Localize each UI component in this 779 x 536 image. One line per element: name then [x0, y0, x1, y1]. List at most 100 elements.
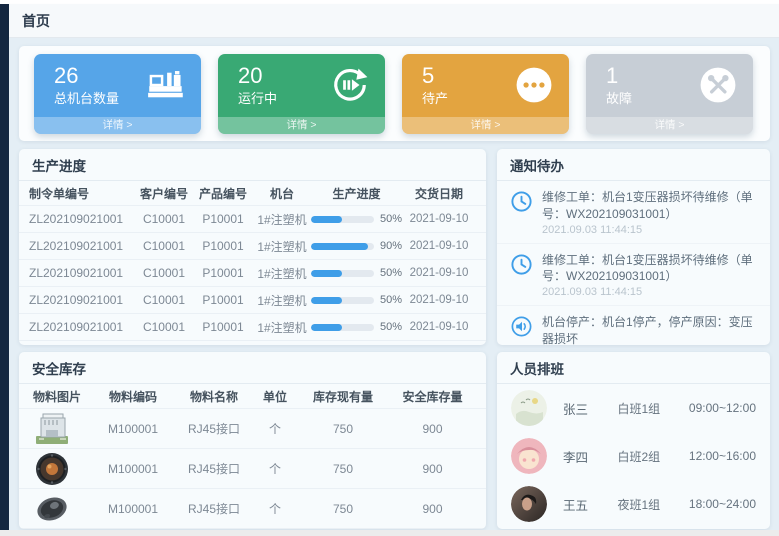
notifications-panel: 通知待办 维修工单：机台1变压器损坏待维修（单号：WX202109031001）… [497, 149, 770, 345]
safety-stock-panel: 安全库存 物料图片 物料编码 物料名称 单位 库存现有量 安全库存量 [19, 352, 486, 529]
rj45-connector-image [33, 412, 91, 446]
machine: 1#注塑机 [253, 319, 311, 336]
safety-qty: 900 [389, 462, 476, 476]
panel-title: 人员排班 [497, 352, 770, 384]
dashboard-page: 首页 26 总机台数量 [0, 0, 779, 536]
stat-cards-panel: 26 总机台数量 详情 > [19, 46, 770, 141]
stat-label: 待产 [422, 88, 448, 107]
material-code: M100001 [91, 502, 175, 516]
shift-label: 白班2组 [618, 448, 689, 465]
round-speaker-image [33, 452, 91, 486]
schedule-row: 李四 白班2组 12:00~16:00 [497, 432, 770, 480]
collapsed-sidebar-strip [0, 4, 9, 530]
delivery-date: 2021-09-10 [402, 321, 476, 333]
stat-value: 5 [422, 63, 448, 88]
material-code: M100001 [91, 462, 175, 476]
product-no: P10001 [193, 320, 253, 334]
customer-no: C10001 [135, 212, 193, 226]
details-link[interactable]: 详情 > [402, 117, 569, 134]
progress-cell: 50% [311, 213, 402, 225]
tools-icon [699, 66, 737, 104]
table-row: ZL202109021001 C10001 P10001 1#注塑机 50% 2… [19, 260, 486, 287]
delivery-date: 2021-09-10 [402, 213, 476, 225]
progress-bar [311, 297, 374, 304]
details-link[interactable]: 详情 > [586, 117, 753, 134]
material-name: RJ45接口 [175, 460, 253, 477]
stat-card-running[interactable]: 20 运行中 详情 > [218, 54, 385, 134]
col-header: 客户编号 [135, 185, 193, 202]
table-row: M100001 RJ45接口 个 750 900 [19, 489, 486, 529]
machine: 1#注塑机 [253, 238, 311, 255]
person-name: 张三 [563, 399, 618, 418]
table-row: ZL202109021001 C10001 P10001 1#注塑机 50% 2… [19, 206, 486, 233]
progress-bar [311, 243, 374, 250]
details-link[interactable]: 详情 > [34, 117, 201, 134]
progress-percent: 50% [380, 267, 402, 279]
tab-home[interactable]: 首页 [22, 11, 50, 31]
table-header-row: 物料图片 物料编码 物料名称 单位 库存现有量 安全库存量 [19, 384, 486, 409]
delivery-date: 2021-09-10 [402, 294, 476, 306]
order-no: ZL202109021001 [29, 239, 135, 253]
safety-qty: 900 [389, 422, 476, 436]
ellipsis-icon [515, 66, 553, 104]
table-row: M100001 RJ45接口 个 750 900 [19, 409, 486, 449]
delivery-date: 2021-09-10 [402, 240, 476, 252]
clock-icon [510, 253, 533, 276]
shift-time: 12:00~16:00 [689, 449, 756, 463]
progress-bar [311, 270, 374, 277]
col-header: 安全库存量 [389, 388, 476, 405]
avatar [511, 390, 547, 426]
person-name: 王五 [563, 495, 618, 514]
stat-label: 运行中 [238, 88, 277, 107]
stat-label: 总机台数量 [54, 88, 119, 107]
col-header: 产品编号 [193, 185, 253, 202]
table-header-row: 制令单编号 客户编号 产品编号 机台 生产进度 交货日期 [19, 181, 486, 206]
progress-percent: 50% [380, 321, 402, 333]
shift-time: 09:00~12:00 [689, 401, 756, 415]
progress-percent: 90% [380, 240, 402, 252]
product-no: P10001 [193, 212, 253, 226]
schedule-row: 张三 白班1组 09:00~12:00 [497, 384, 770, 432]
customer-no: C10001 [135, 266, 193, 280]
col-header: 交货日期 [402, 185, 476, 202]
material-name: RJ45接口 [175, 420, 253, 437]
col-header: 库存现有量 [297, 388, 389, 405]
stat-card-total-machines[interactable]: 26 总机台数量 详情 > [34, 54, 201, 134]
table-row: ZL202109021001 C10001 P10001 1#注塑机 50% 2… [19, 314, 486, 341]
customer-no: C10001 [135, 239, 193, 253]
col-header: 单位 [253, 388, 297, 405]
shift-label: 夜班1组 [618, 496, 689, 513]
bottom-edge-strip [0, 530, 779, 536]
stock-qty: 750 [297, 462, 389, 476]
col-header: 生产进度 [311, 185, 402, 202]
material-code: M100001 [91, 422, 175, 436]
notification-item[interactable]: 机台停产：机台1停产，停产原因：变压器损坏 2021.09.03 11:44:1… [497, 306, 770, 345]
shift-label: 白班1组 [618, 400, 689, 417]
person-name: 李四 [563, 447, 618, 466]
machine: 1#注塑机 [253, 265, 311, 282]
stat-value: 1 [606, 63, 632, 88]
details-link[interactable]: 详情 > [218, 117, 385, 134]
progress-cell: 50% [311, 321, 402, 333]
machine: 1#注塑机 [253, 211, 311, 228]
personnel-schedule-panel: 人员排班 张三 白班1组 09:00~12:00 [497, 352, 770, 529]
notification-item[interactable]: 维修工单：机台1变压器损坏待维修（单号：WX202109031001） 2021… [497, 244, 770, 307]
stat-card-fault[interactable]: 1 故障 [586, 54, 753, 134]
schedule-row: 王五 夜班1组 18:00~24:00 [497, 480, 770, 528]
stat-card-body: 26 总机台数量 [34, 54, 201, 117]
stat-value: 20 [238, 63, 277, 88]
notification-text: 维修工单：机台1变压器损坏待维修（单号：WX202109031001） [542, 252, 757, 286]
col-header: 物料名称 [175, 388, 253, 405]
product-no: P10001 [193, 239, 253, 253]
stat-card-body: 5 待产 [402, 54, 569, 117]
stat-card-pending[interactable]: 5 待产 详情 > [402, 54, 569, 134]
material-name: RJ45接口 [175, 500, 253, 517]
notification-item[interactable]: 维修工单：机台1变压器损坏待维修（单号：WX202109031001） 2021… [497, 181, 770, 244]
safety-qty: 900 [389, 502, 476, 516]
col-header: 物料图片 [29, 388, 91, 405]
progress-bar [311, 324, 374, 331]
order-no: ZL202109021001 [29, 212, 135, 226]
panel-title: 通知待办 [497, 149, 770, 181]
progress-cell: 90% [311, 240, 402, 252]
order-no: ZL202109021001 [29, 293, 135, 307]
